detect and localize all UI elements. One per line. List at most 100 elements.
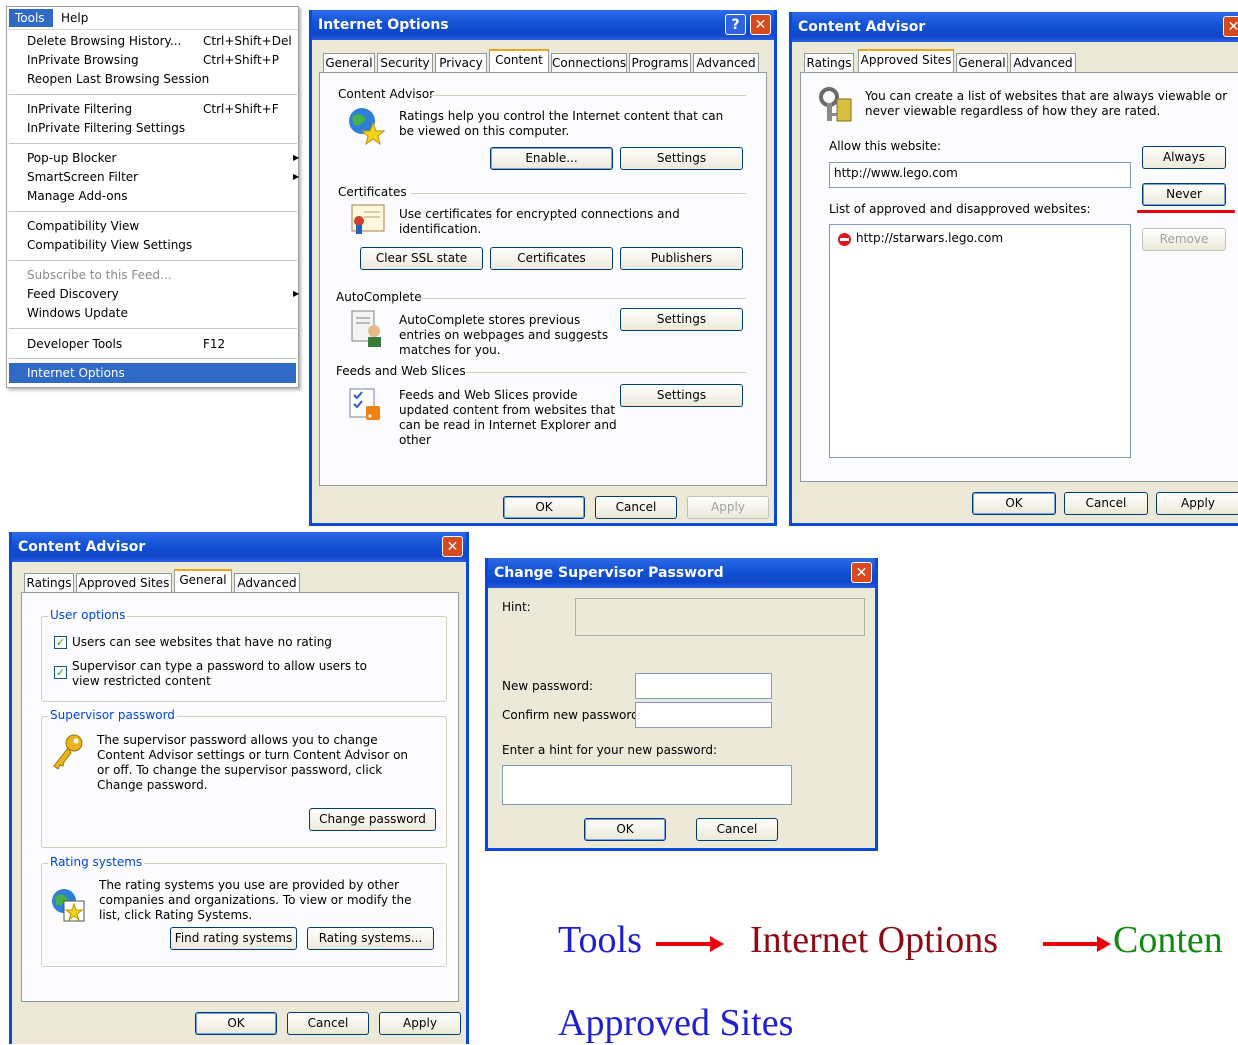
- content-advisor-approved-window: Content Advisor ✕ Ratings Approved Sites…: [789, 12, 1238, 526]
- cancel-button[interactable]: Cancel: [1064, 492, 1148, 515]
- tab-approved-sites[interactable]: Approved Sites: [858, 49, 954, 73]
- approved-sites-description: You can create a list of websites that a…: [865, 89, 1228, 118]
- hint-input[interactable]: [502, 765, 792, 805]
- supervisor-override-checkbox[interactable]: ✓: [54, 666, 67, 679]
- content-advisor-settings-button[interactable]: Settings: [620, 147, 743, 170]
- no-rating-label: Users can see websites that have no rati…: [72, 635, 332, 649]
- internet-options-titlebar: Internet Options: [312, 10, 774, 40]
- menu-item-compat-view[interactable]: Compatibility View: [27, 219, 139, 233]
- tools-menu: Tools Help Delete Browsing History... Ct…: [6, 6, 299, 388]
- feeds-settings-button[interactable]: Settings: [620, 384, 743, 407]
- menubar-help[interactable]: Help: [61, 9, 88, 27]
- cancel-button[interactable]: Cancel: [287, 1012, 369, 1035]
- no-rating-checkbox[interactable]: ✓: [54, 636, 67, 649]
- menu-item-reopen-session[interactable]: Reopen Last Browsing Session: [27, 72, 209, 86]
- menubar-tools[interactable]: Tools: [9, 9, 53, 27]
- caption-tools: Tools: [558, 919, 642, 961]
- certificates-button[interactable]: Certificates: [490, 247, 613, 270]
- help-icon[interactable]: ?: [725, 14, 746, 35]
- ok-button[interactable]: OK: [584, 818, 666, 841]
- publishers-button[interactable]: Publishers: [620, 247, 743, 270]
- allow-website-input[interactable]: http://www.lego.com: [829, 162, 1131, 188]
- tab-security[interactable]: Security: [377, 53, 433, 73]
- apply-button[interactable]: Apply: [1156, 492, 1238, 515]
- supervisor-password-heading: Supervisor password: [48, 708, 177, 722]
- menu-item-inprivate-filtering-settings[interactable]: InPrivate Filtering Settings: [27, 121, 185, 135]
- tab-advanced[interactable]: Advanced: [1010, 53, 1076, 73]
- arrow-icon: [1043, 936, 1111, 952]
- menu-item-feed-discovery[interactable]: Feed Discovery: [27, 287, 119, 301]
- menu-item-popup-blocker[interactable]: Pop-up Blocker: [27, 151, 116, 165]
- tab-programs[interactable]: Programs: [629, 53, 691, 73]
- annotation-underline: [1137, 210, 1235, 213]
- tab-connections[interactable]: Connections: [551, 53, 627, 73]
- menu-item-inprivate-filtering[interactable]: InPrivate Filtering: [27, 102, 132, 116]
- autocomplete-text: AutoComplete stores previous entries on …: [399, 313, 609, 357]
- menu-separator: [9, 260, 297, 261]
- close-icon[interactable]: ✕: [750, 14, 771, 35]
- autocomplete-settings-button[interactable]: Settings: [620, 308, 743, 331]
- enable-button[interactable]: Enable...: [490, 147, 613, 170]
- tab-approved-sites[interactable]: Approved Sites: [76, 573, 172, 593]
- list-item[interactable]: http://starwars.lego.com: [856, 231, 1003, 245]
- ok-button[interactable]: OK: [195, 1012, 277, 1035]
- caption-content: Conten: [1113, 919, 1223, 961]
- menu-item-windows-update[interactable]: Windows Update: [27, 306, 128, 320]
- user-options-heading: User options: [48, 608, 128, 622]
- close-icon[interactable]: ✕: [442, 536, 463, 557]
- menu-separator: [9, 143, 297, 144]
- clear-ssl-button[interactable]: Clear SSL state: [360, 247, 483, 270]
- tab-content[interactable]: Content: [489, 49, 549, 73]
- general-panel: User options ✓ Users can see websites th…: [21, 592, 459, 1002]
- cancel-button[interactable]: Cancel: [595, 496, 677, 519]
- caption-internet-options: Internet Options: [750, 919, 999, 961]
- close-icon[interactable]: ✕: [1223, 16, 1238, 37]
- always-button[interactable]: Always: [1142, 146, 1226, 169]
- site-list[interactable]: http://starwars.lego.com: [829, 224, 1131, 458]
- keys-icon: [819, 87, 852, 122]
- tab-general[interactable]: General: [174, 569, 232, 593]
- tab-advanced[interactable]: Advanced: [234, 573, 300, 593]
- allow-website-label: Allow this website:: [829, 139, 942, 153]
- close-icon[interactable]: ✕: [851, 562, 872, 583]
- menu-item-internet-options[interactable]: Internet Options: [27, 366, 125, 380]
- arrow-icon: [656, 936, 724, 952]
- tab-privacy[interactable]: Privacy: [435, 53, 487, 73]
- menu-item-smartscreen[interactable]: SmartScreen Filter: [27, 170, 138, 184]
- never-button[interactable]: Never: [1142, 183, 1226, 206]
- change-password-titlebar: Change Supervisor Password: [488, 558, 875, 588]
- feeds-icon: [349, 388, 380, 420]
- submenu-arrow-icon: ▶: [293, 172, 300, 181]
- autocomplete-icon: [351, 310, 381, 347]
- menu-item-compat-view-settings[interactable]: Compatibility View Settings: [27, 238, 192, 252]
- separator: [466, 372, 746, 373]
- hint-display: [575, 598, 865, 636]
- apply-button[interactable]: Apply: [379, 1012, 461, 1035]
- ok-button[interactable]: OK: [972, 492, 1056, 515]
- separator: [420, 298, 746, 299]
- menu-item-developer-tools[interactable]: Developer Tools: [27, 337, 122, 351]
- change-password-button[interactable]: Change password: [309, 808, 436, 831]
- tab-general[interactable]: General: [956, 53, 1008, 73]
- menu-item-delete-history[interactable]: Delete Browsing History...: [27, 34, 181, 48]
- tab-ratings[interactable]: Ratings: [24, 573, 74, 593]
- supervisor-password-text: The supervisor password allows you to ch…: [97, 733, 409, 792]
- submenu-arrow-icon: ▶: [293, 153, 300, 162]
- approved-sites-panel: You can create a list of websites that a…: [800, 72, 1238, 482]
- remove-button: Remove: [1142, 228, 1226, 251]
- menu-item-inprivate-browsing[interactable]: InPrivate Browsing: [27, 53, 139, 67]
- internet-options-window: Internet Options ? ✕ General Security Pr…: [309, 10, 777, 526]
- new-password-label: New password:: [502, 679, 594, 693]
- new-password-input[interactable]: [635, 673, 772, 699]
- find-rating-systems-button[interactable]: Find rating systems: [170, 927, 297, 950]
- tab-advanced[interactable]: Advanced: [693, 53, 759, 73]
- content-advisor-titlebar: Content Advisor: [792, 12, 1238, 42]
- tab-ratings[interactable]: Ratings: [804, 53, 854, 73]
- rating-systems-button[interactable]: Rating systems...: [307, 927, 434, 950]
- confirm-password-input[interactable]: [635, 702, 772, 728]
- menu-shortcut-delete-history: Ctrl+Shift+Del: [203, 34, 292, 48]
- menu-item-manage-addons[interactable]: Manage Add-ons: [27, 189, 127, 203]
- ok-button[interactable]: OK: [503, 496, 585, 519]
- tab-general[interactable]: General: [323, 53, 375, 73]
- cancel-button[interactable]: Cancel: [696, 818, 778, 841]
